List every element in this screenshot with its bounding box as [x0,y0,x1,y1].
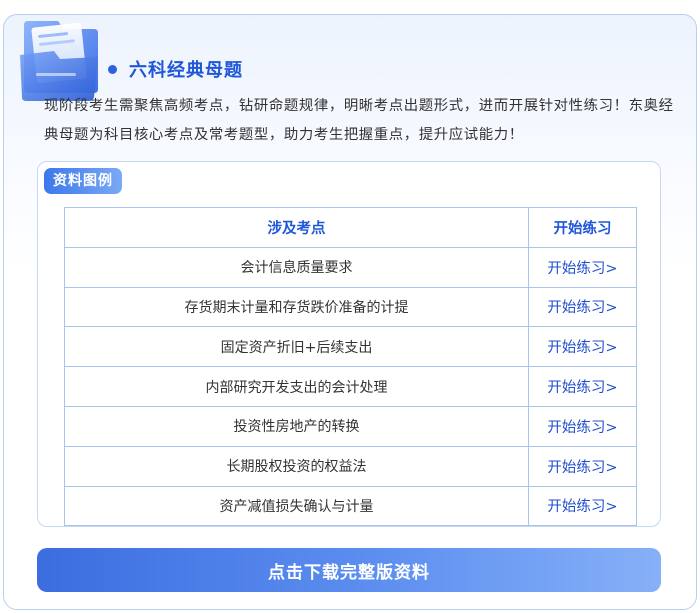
download-full-material-button[interactable]: 点击下载完整版资料 [37,548,661,592]
topic-cell: 资产减值损失确认与计量 [64,485,529,526]
material-panel: 资料图例 涉及考点 开始练习 会计信息质量要求 开始练习> 存货期末计量和存货跌… [37,161,661,527]
intro-text: 现阶段考生需聚焦高频考点，钻研命题规律，明晰考点出题形式，进而开展针对性练习！东… [44,98,674,143]
table-header-row: 涉及考点 开始练习 [64,207,637,248]
bullet-dot-icon [108,64,117,74]
practice-column-header: 开始练习 [528,207,637,248]
table-row: 存货期末计量和存货跌价准备的计提 开始练习> [64,286,637,328]
table-row: 会计信息质量要求 开始练习> [64,246,637,288]
topic-cell: 固定资产折旧+后续支出 [64,326,529,368]
start-practice-link[interactable]: 开始练习> [528,326,637,368]
section-heading: 六科经典母题 [108,55,243,83]
topic-column-header: 涉及考点 [64,207,529,248]
material-tag: 资料图例 [44,168,122,194]
table-row: 内部研究开发支出的会计处理 开始练习> [64,366,637,407]
start-practice-link[interactable]: 开始练习> [528,485,637,526]
topic-cell: 存货期末计量和存货跌价准备的计提 [64,286,529,328]
topic-cell: 内部研究开发支出的会计处理 [64,366,529,407]
topic-cell: 会计信息质量要求 [64,246,529,288]
start-practice-link[interactable]: 开始练习> [528,286,637,328]
section-title: 六科经典母题 [129,60,243,81]
topic-cell: 长期股权投资的权益法 [64,445,529,487]
table-row: 长期股权投资的权益法 开始练习> [64,445,637,487]
start-practice-link[interactable]: 开始练习> [528,405,637,447]
start-practice-link[interactable]: 开始练习> [528,445,637,487]
start-practice-link[interactable]: 开始练习> [528,366,637,407]
start-practice-link[interactable]: 开始练习> [528,246,637,288]
topics-table: 涉及考点 开始练习 会计信息质量要求 开始练习> 存货期末计量和存货跌价准备的计… [64,207,637,526]
topic-cell: 投资性房地产的转换 [64,405,529,447]
table-row: 资产减值损失确认与计量 开始练习> [64,485,637,526]
table-row: 投资性房地产的转换 开始练习> [64,405,637,447]
table-row: 固定资产折旧+后续支出 开始练习> [64,326,637,368]
